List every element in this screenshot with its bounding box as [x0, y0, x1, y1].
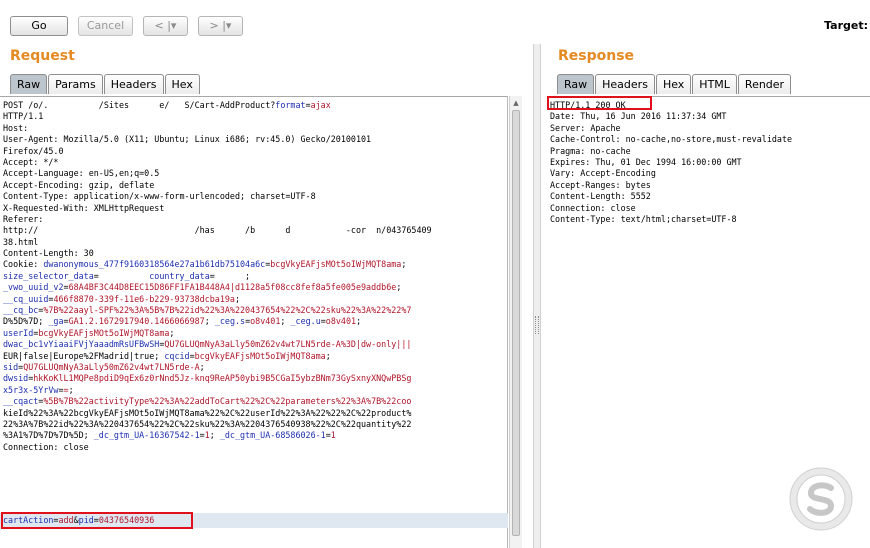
text-line: __cq_uuid=466f8870-339f-11e6-b229-93738d… [3, 293, 241, 304]
text-line: http:// /has /b d -cor n/043765409 [3, 225, 432, 236]
text-line: __cqact=%5B%7B%22activityType%22%3A%22ad… [3, 396, 412, 407]
tab-hex[interactable]: Hex [655, 74, 692, 94]
target-label: Target: [824, 19, 868, 32]
request-lines: POST /o/. /Sites e/ S/Cart-AddProduct?fo… [0, 97, 507, 465]
text-line: Accept-Ranges: bytes [550, 179, 651, 190]
tab-raw[interactable]: Raw [557, 74, 595, 94]
request-heading: Request [10, 48, 75, 64]
splitter-grip-icon[interactable] [535, 316, 539, 334]
tab-hex[interactable]: Hex [164, 74, 200, 94]
status-highlight-box [547, 96, 652, 110]
body-highlight-box [1, 512, 193, 529]
tab-render[interactable]: Render [737, 74, 792, 94]
text-line: X-Requested-With: XMLHttpRequest [3, 202, 165, 213]
tab-headers[interactable]: Headers [103, 74, 164, 94]
tab-html[interactable]: HTML [692, 74, 737, 94]
text-line: %3A1%7D%7D%7D%5D; _dc_gtm_UA-16367542-1=… [3, 430, 336, 441]
text-line: Connection: close [550, 202, 636, 213]
back-history-button[interactable]: < |▾ [143, 16, 188, 36]
response-tabs: Raw Headers Hex HTML Render [557, 74, 792, 95]
toolbar: Go Cancel < |▾ > |▾ Target: [0, 0, 870, 44]
text-line: kieId%22%3A%22bcgVkyEAFjsMOt5oIWjMQT8ama… [3, 407, 412, 418]
request-scrollbar[interactable]: ▲ [509, 96, 522, 548]
text-line: Referer: [3, 213, 44, 224]
text-line: 38.html [3, 236, 39, 247]
text-line: D%5D%7D; _ga=GA1.2.1672917940.1466066987… [3, 316, 362, 327]
request-editor[interactable]: POST /o/. /Sites e/ S/Cart-AddProduct?fo… [0, 96, 508, 548]
cancel-button[interactable]: Cancel [78, 16, 133, 36]
text-line: Accept-Language: en-US,en;q=0.5 [3, 168, 160, 179]
response-lines: HTTP/1.1 200 OK Date: Thu, 16 Jun 2016 11… [547, 97, 870, 225]
text-line: Date: Thu, 16 Jun 2016 11:37:34 GMT [550, 111, 727, 122]
text-line: Content-Length: 30 [3, 248, 94, 259]
text-line: Accept: */* [3, 156, 59, 167]
text-line: Cache-Control: no-cache,no-store,must-re… [550, 134, 793, 145]
text-line: sid=QU7GLUQmNyA3aLly50mZ62v4wt7LN5rde-A; [3, 361, 205, 372]
text-line: dwac_bc1vYiaaiFVjYaaadmRsUFBwSH=QU7GLUQm… [3, 339, 412, 350]
scroll-up-icon[interactable]: ▲ [511, 98, 521, 108]
text-line: User-Agent: Mozilla/5.0 (X11; Ubuntu; Li… [3, 134, 372, 145]
text-line: _vwo_uuid_v2=68A4BF3C44D8EEC15D86FF1FA1B… [3, 282, 402, 293]
text-line: Accept-Encoding: gzip, deflate [3, 179, 155, 190]
text-line: Pragma: no-cache [550, 145, 631, 156]
text-line: userId=bcgVkyEAFjsMOt5oIWjMQT8ama; [3, 327, 175, 338]
request-tabs: Raw Params Headers Hex [10, 74, 201, 95]
tab-params[interactable]: Params [48, 74, 103, 94]
tab-raw[interactable]: Raw [10, 74, 48, 94]
text-line: x5r3x-5YrVw==; [3, 384, 74, 395]
text-line: dwsid=hkKoKlL1MQPe8pdiD9qEx6z0rNnd5Jz-kn… [3, 373, 412, 384]
text-line: Content-Type: text/html;charset=UTF-8 [550, 213, 737, 224]
response-heading: Response [558, 48, 635, 64]
text-line: Server: Apache [550, 122, 621, 133]
panel-splitter[interactable] [533, 44, 541, 548]
text-line: Expires: Thu, 01 Dec 1994 16:00:00 GMT [550, 156, 742, 167]
text-line: 22%3A%7B%22id%22%3A%220437654%22%2C%22sk… [3, 418, 412, 429]
text-line: HTTP/1.1 [3, 111, 44, 122]
solvetic-logo-icon [789, 467, 853, 531]
tab-headers[interactable]: Headers [595, 74, 655, 94]
text-line: POST /o/. /Sites e/ S/Cart-AddProduct?fo… [3, 100, 331, 110]
text-line [3, 453, 507, 464]
text-line: __cq_bc=%7B%22aayl-SPF%22%3A%5B%7B%22id%… [3, 305, 412, 316]
text-line: Content-Length: 5552 [550, 191, 651, 202]
forward-history-button[interactable]: > |▾ [198, 16, 243, 36]
text-line: Content-Type: application/x-www-form-url… [3, 191, 316, 202]
text-line: Host: [3, 122, 34, 133]
text-line: EUR|false|Europe%2FMadrid|true; cqcid=bc… [3, 350, 331, 361]
text-line: size_selector_data= country_data= ; [3, 270, 251, 281]
go-button[interactable]: Go [10, 16, 68, 36]
text-line: Vary: Accept-Encoding [550, 168, 656, 179]
scrollbar-thumb[interactable] [512, 110, 520, 536]
text-line: Firefox/45.0 [3, 145, 64, 156]
text-line: Connection: close [3, 441, 89, 452]
text-line: Cookie: dwanonymous_477f9160318564e27a1b… [3, 259, 407, 270]
